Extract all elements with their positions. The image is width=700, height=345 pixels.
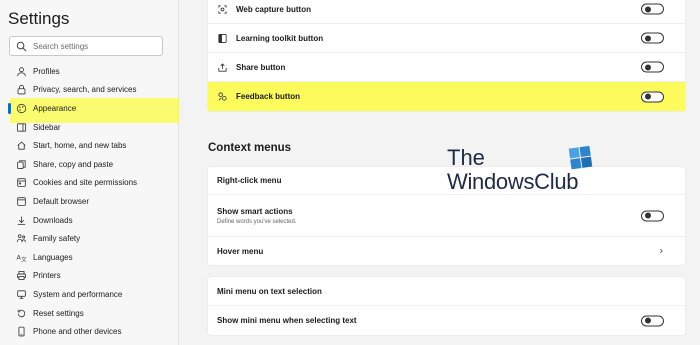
share-icon <box>217 62 228 73</box>
smart-actions-row: Show smart actions Define words you've s… <box>208 195 685 237</box>
sidebar-item-label: Family safety <box>33 234 81 244</box>
share-icon <box>16 159 27 170</box>
context-menus-title: Context menus <box>208 142 292 154</box>
profile-icon <box>16 66 27 77</box>
sidebar-item-default-browser[interactable]: Default browser <box>0 192 178 211</box>
sidebar-item-share-copy[interactable]: Share, copy and paste <box>0 155 178 174</box>
share-button-label: Share button <box>236 62 286 72</box>
sidebar-item-label: Cookies and site permissions <box>33 178 138 188</box>
sidebar-item-label: Languages <box>33 252 73 262</box>
active-indicator <box>8 103 11 115</box>
printer-icon <box>16 270 27 281</box>
web-capture-toggle[interactable] <box>641 3 664 15</box>
watermark-logo: The WindowsClub <box>447 145 607 197</box>
web-capture-label: Web capture button <box>236 4 311 14</box>
right-click-menu-label: Right-click menu <box>217 176 282 185</box>
appearance-icon <box>16 103 27 114</box>
phone-icon <box>16 326 27 337</box>
sidebar-item-label: Downloads <box>33 215 73 225</box>
mini-menu-title: Mini menu on text selection <box>217 286 322 296</box>
sidebar-item-label: Start, home, and new tabs <box>33 141 127 151</box>
feedback-icon <box>217 91 228 102</box>
sidebar-item-printers[interactable]: Printers <box>0 267 178 286</box>
sidebar-item-languages[interactable]: A文 Languages <box>0 248 178 267</box>
toolbar-buttons-card: Web capture button Learning toolkit butt… <box>207 0 686 112</box>
sidebar-item-sidebar[interactable]: Sidebar <box>0 118 178 137</box>
learning-toolkit-toggle[interactable] <box>641 32 664 44</box>
sidebar-item-label: Profiles <box>33 66 60 76</box>
sidebar-item-start-home[interactable]: Start, home, and new tabs <box>0 136 178 155</box>
settings-title: Settings <box>8 9 70 28</box>
sidebar-nav: Profiles Privacy, search, and services A… <box>0 62 178 341</box>
learning-toolkit-label: Learning toolkit button <box>236 33 324 43</box>
sidebar-item-label: Privacy, search, and services <box>33 85 137 95</box>
share-button-toggle[interactable] <box>641 61 664 73</box>
sidebar-item-label: Phone and other devices <box>33 327 122 337</box>
search-input[interactable] <box>33 41 153 51</box>
sidebar-item-profiles[interactable]: Profiles <box>0 62 178 81</box>
sidebar-item-label: Share, copy and paste <box>33 159 114 169</box>
reset-icon <box>16 308 27 319</box>
windows-logo-icon <box>568 145 593 170</box>
settings-main: Web capture button Learning toolkit butt… <box>179 0 700 345</box>
sidebar-item-phone[interactable]: Phone and other devices <box>0 322 178 341</box>
feedback-button-toggle[interactable] <box>641 91 664 102</box>
mini-menu-card: Mini menu on text selection Show mini me… <box>207 276 686 336</box>
sidebar-item-label: System and performance <box>33 289 123 299</box>
smart-actions-label: Show smart actions <box>217 206 293 216</box>
sidebar-icon <box>16 122 27 133</box>
lock-icon <box>16 84 27 95</box>
sidebar-item-downloads[interactable]: Downloads <box>0 211 178 230</box>
sidebar-item-label: Sidebar <box>33 122 61 132</box>
language-icon: A文 <box>16 252 27 262</box>
settings-sidebar: Settings Profiles Privacy, search, and s… <box>0 0 208 345</box>
smart-actions-text: Show smart actions Define words you've s… <box>217 207 297 225</box>
download-icon <box>16 215 27 226</box>
sidebar-item-family-safety[interactable]: Family safety <box>0 229 178 248</box>
web-capture-row: Web capture button <box>208 0 685 24</box>
show-mini-menu-label: Show mini menu when selecting text <box>217 316 357 325</box>
sidebar-item-appearance[interactable]: Appearance <box>0 99 178 118</box>
sidebar-item-label: Appearance <box>33 103 77 113</box>
mini-menu-header: Mini menu on text selection <box>208 277 685 306</box>
sidebar-item-privacy[interactable]: Privacy, search, and services <box>0 81 178 100</box>
feedback-button-label: Feedback button <box>236 92 301 101</box>
home-icon <box>16 140 27 151</box>
sidebar-item-label: Default browser <box>33 196 90 206</box>
smart-actions-toggle[interactable] <box>641 210 664 221</box>
watermark-line-1: The <box>447 145 485 170</box>
feedback-button-row: Feedback button <box>208 82 685 111</box>
sidebar-item-reset[interactable]: Reset settings <box>0 304 178 323</box>
smart-actions-description: Define words you've selected. <box>217 218 297 225</box>
sidebar-item-cookies[interactable]: Cookies and site permissions <box>0 174 178 193</box>
sidebar-item-label: Reset settings <box>33 308 84 318</box>
show-mini-menu-row: Show mini menu when selecting text <box>208 306 685 335</box>
search-icon <box>16 41 27 51</box>
share-button-row: Share button <box>208 53 685 82</box>
hover-menu-row[interactable]: Hover menu › <box>208 237 685 265</box>
browser-icon <box>16 196 27 207</box>
hover-menu-label: Hover menu <box>217 246 264 256</box>
search-box[interactable] <box>9 36 163 56</box>
sidebar-item-label: Printers <box>33 271 61 281</box>
show-mini-menu-toggle[interactable] <box>641 315 664 326</box>
web-capture-icon <box>217 4 228 15</box>
sidebar-item-system[interactable]: System and performance <box>0 285 178 304</box>
chevron-right-icon: › <box>659 245 663 257</box>
watermark-line-2: WindowsClub <box>447 169 579 194</box>
learning-toolkit-icon <box>217 33 228 44</box>
system-icon <box>16 289 27 300</box>
cookies-icon <box>16 177 27 188</box>
family-icon <box>16 233 27 244</box>
svg-text:文: 文 <box>21 255 27 262</box>
learning-toolkit-row: Learning toolkit button <box>208 24 685 53</box>
